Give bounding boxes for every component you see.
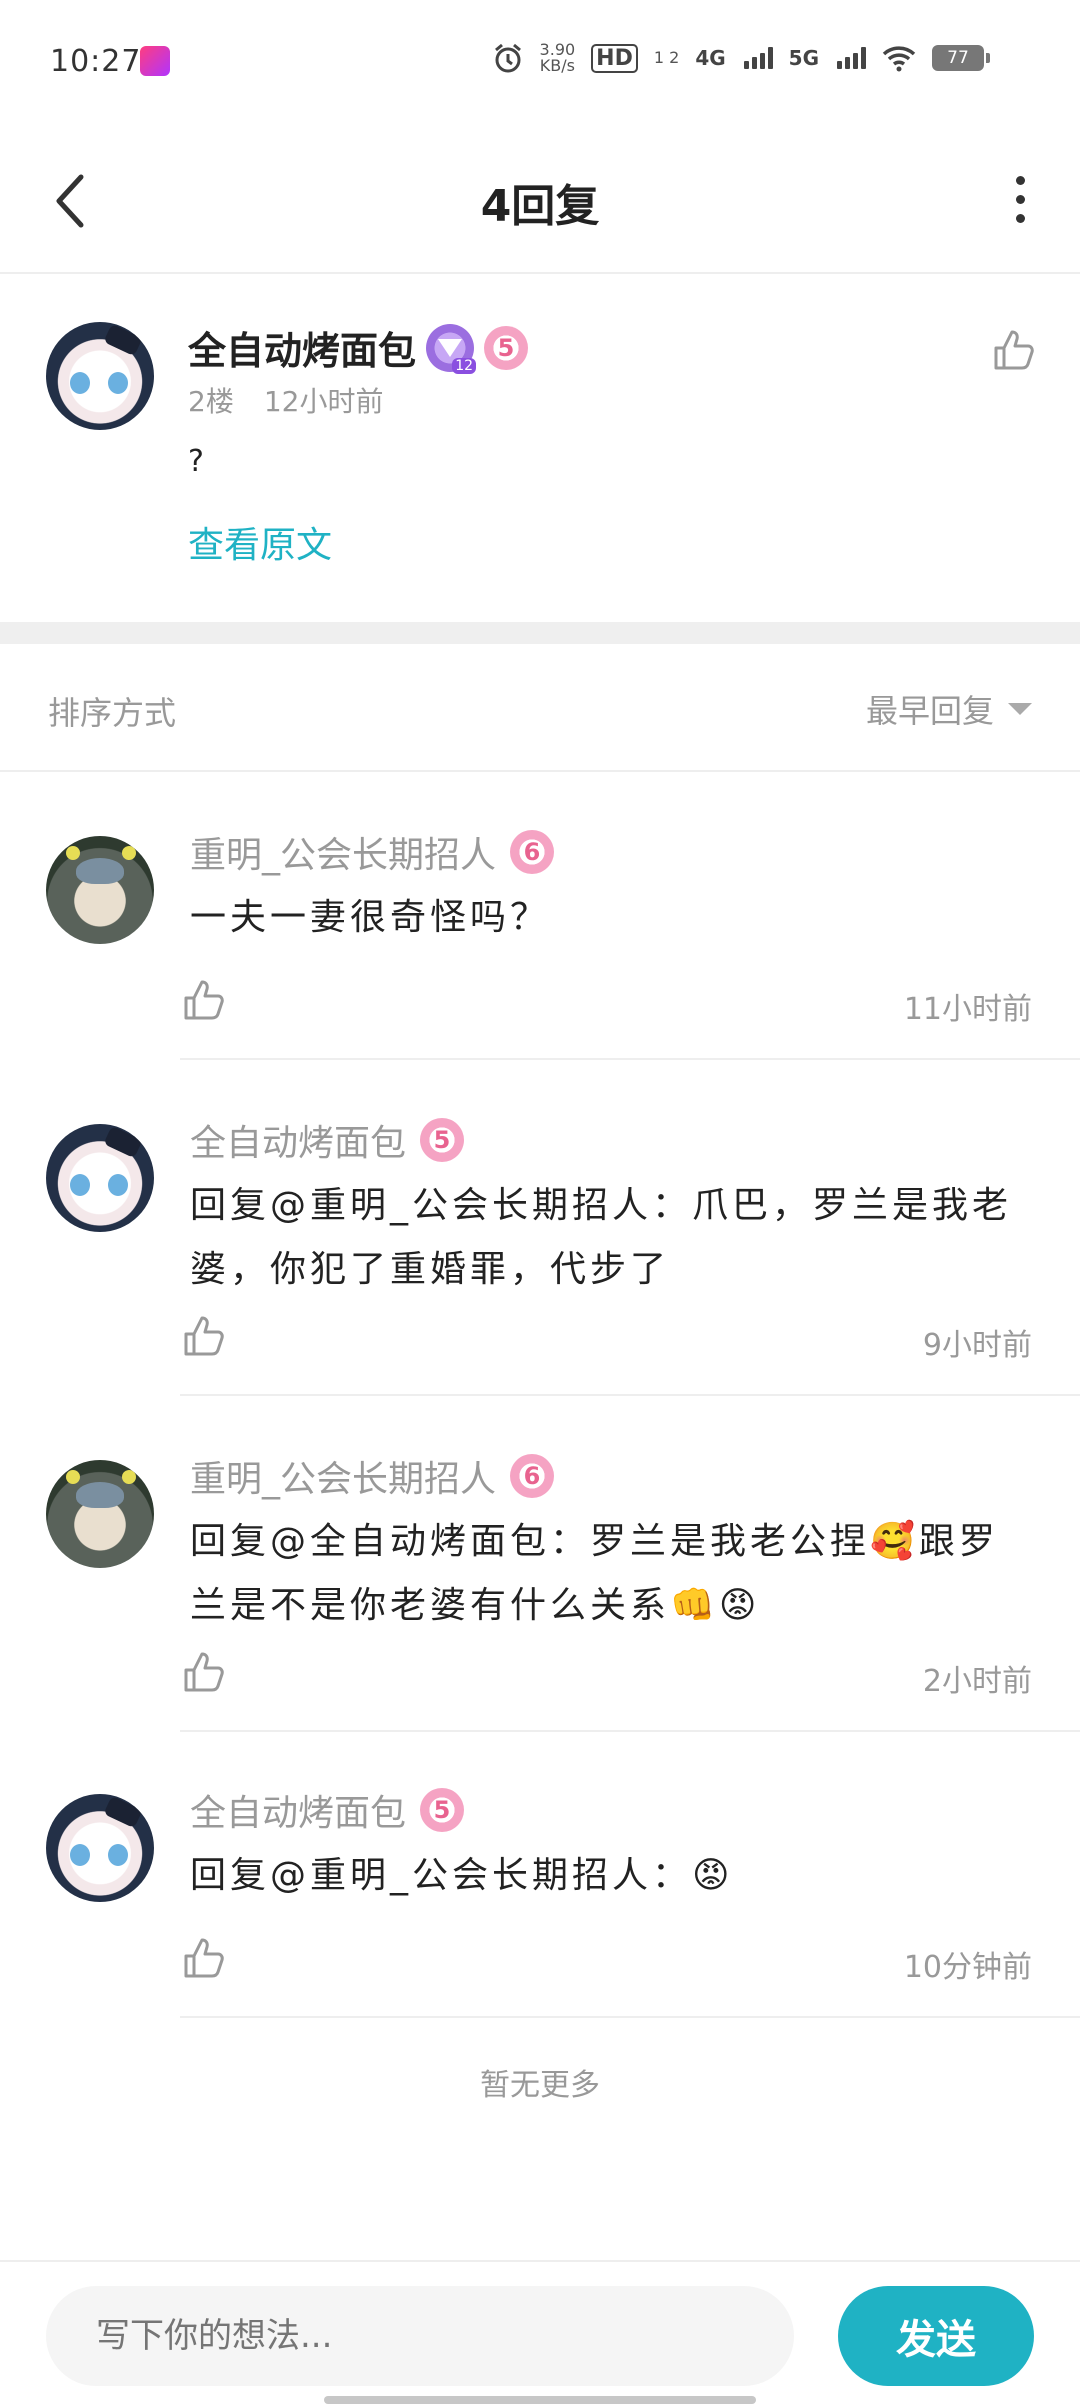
avatar[interactable] <box>46 1794 154 1902</box>
more-options-button[interactable] <box>990 164 1050 234</box>
reply-author-row: 全自动烤面包 5 <box>190 1784 465 1836</box>
post-time: 12小时前 <box>263 385 384 418</box>
divider <box>180 2016 1080 2018</box>
original-comment: 全自动烤面包 12 5 2楼 12小时前 ? 查看原文 <box>0 276 1080 620</box>
reply-time: 11小时前 <box>903 992 1032 1027</box>
like-button[interactable] <box>176 1308 232 1364</box>
post-meta: 2楼 12小时前 <box>188 380 383 420</box>
view-original-link[interactable]: 查看原文 <box>188 516 332 568</box>
reply-text: 一夫一妻很奇怪吗？ <box>190 897 551 938</box>
post-floor: 2楼 <box>188 385 234 418</box>
sort-label: 排序方式 <box>48 694 177 732</box>
avatar[interactable] <box>46 1124 154 1232</box>
avatar[interactable] <box>46 1460 154 1568</box>
reply-text: 回复@重明_公会长期招人：爪巴，罗兰是我老婆，你犯了重婚罪，代步了 <box>190 1185 1013 1290</box>
sort-selected: 最早回复 <box>865 692 994 730</box>
more-dot-icon <box>1015 175 1025 185</box>
section-divider <box>0 622 1080 644</box>
avatar[interactable] <box>46 836 154 944</box>
reply-author-row: 全自动烤面包 5 <box>190 1114 465 1166</box>
reply-text: 回复@重明_公会长期招人：😡 <box>190 1855 734 1896</box>
wifi-icon <box>882 46 916 72</box>
post-author-row: 全自动烤面包 12 5 <box>188 320 529 375</box>
sort-bar: 排序方式 最早回复 <box>0 644 1080 772</box>
comment-composer: 发送 <box>0 2260 1080 2408</box>
like-button[interactable] <box>176 972 232 1028</box>
fan-badge-icon: 6 <box>510 830 555 874</box>
reply-author-name[interactable]: 全自动烤面包 <box>190 1114 406 1166</box>
hd-sub: 1 2 <box>653 48 680 67</box>
fan-badge-icon: 5 <box>420 1788 465 1832</box>
comment-input[interactable] <box>46 2286 794 2386</box>
page-title: 4回复 <box>480 181 600 232</box>
alarm-icon <box>494 43 521 73</box>
reply-time: 10分钟前 <box>903 1950 1032 1985</box>
reply-author-name[interactable]: 重明_公会长期招人 <box>190 826 496 878</box>
reply-author-row: 重明_公会长期招人 6 <box>190 826 555 878</box>
thumbs-up-icon <box>184 1316 224 1356</box>
post-content: ? <box>188 444 204 479</box>
battery-icon: 77 <box>932 45 990 71</box>
reply-author-row: 重明_公会长期招人 6 <box>190 1450 555 1502</box>
divider <box>180 1730 1080 1732</box>
level-badge-icon: 12 <box>426 323 477 374</box>
signal-4g-icon <box>743 47 773 69</box>
page-header: 4回复 <box>0 126 1080 274</box>
reply-time: 2小时前 <box>922 1664 1032 1699</box>
thumbs-up-icon <box>994 330 1034 370</box>
app-notification-icon <box>140 46 170 76</box>
network-5g: 5G <box>788 46 819 70</box>
more-dot-icon <box>1015 213 1025 223</box>
divider <box>180 1394 1080 1396</box>
divider <box>180 1058 1080 1060</box>
status-icons: 3.90 KB/s HD 1 2 4G 5G 77 <box>492 42 990 74</box>
like-button[interactable] <box>176 1930 232 1986</box>
thumbs-up-icon <box>184 1652 224 1692</box>
signal-5g-icon <box>837 47 866 69</box>
more-dot-icon <box>1015 194 1025 204</box>
network-speed-unit: KB/s <box>539 56 575 75</box>
reply-author-name[interactable]: 重明_公会长期招人 <box>190 1450 496 1502</box>
post-author-name[interactable]: 全自动烤面包 <box>188 320 416 375</box>
thumbs-up-icon <box>184 980 224 1020</box>
reply-text: 回复@全自动烤面包：罗兰是我老公捏🥰跟罗兰是不是你老婆有什么关系👊😡 <box>190 1521 999 1626</box>
sort-dropdown[interactable]: 最早回复 <box>866 686 1032 732</box>
like-button[interactable] <box>986 322 1042 378</box>
thumbs-up-icon <box>184 1938 224 1978</box>
avatar[interactable] <box>46 322 154 430</box>
network-speed: 3.90 KB/s <box>540 42 576 74</box>
send-button[interactable]: 发送 <box>838 2286 1034 2386</box>
no-more-text: 暂无更多 <box>480 2068 600 2103</box>
level-badge-number: 12 <box>452 357 477 374</box>
fan-badge-icon: 6 <box>510 1454 555 1498</box>
like-button[interactable] <box>176 1644 232 1700</box>
triangle-icon <box>438 338 463 357</box>
reply-time: 9小时前 <box>922 1328 1032 1363</box>
network-4g: 4G <box>695 46 726 70</box>
reply-author-name[interactable]: 全自动烤面包 <box>190 1784 406 1836</box>
fan-badge-icon: 5 <box>484 325 529 370</box>
fan-badge-icon: 5 <box>420 1118 465 1162</box>
caret-down-icon <box>1008 703 1032 715</box>
home-indicator[interactable] <box>324 2396 756 2404</box>
status-time: 10:27 <box>50 44 142 79</box>
status-bar: 10:27 3.90 KB/s HD 1 2 4G 5G 77 <box>0 0 1080 126</box>
hd-icon: HD <box>591 43 638 73</box>
